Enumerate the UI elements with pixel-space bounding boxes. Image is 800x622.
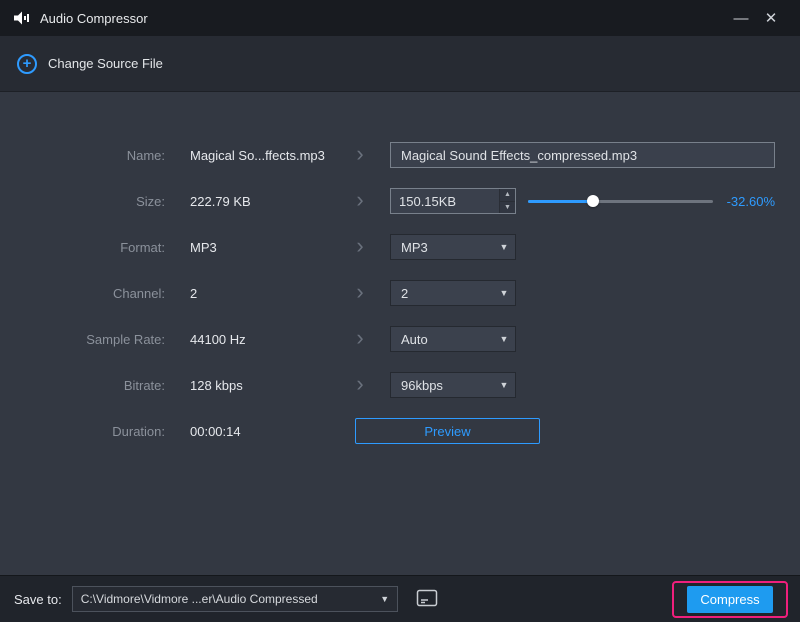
name-chevron-cell: › bbox=[330, 140, 390, 166]
chevron-down-icon: ▼ bbox=[499, 380, 509, 390]
chevron-down-icon: ▼ bbox=[499, 334, 509, 344]
change-source-file-button[interactable]: + Change Source File bbox=[17, 53, 163, 74]
annotation-highlight-box: Compress bbox=[672, 580, 788, 618]
save-path-input[interactable] bbox=[72, 587, 373, 611]
name-row: Name: Magical So...ffects.mp3 › bbox=[0, 132, 800, 178]
chevron-right-icon: › bbox=[356, 370, 364, 396]
duration-row: Duration: 00:00:14 Preview bbox=[0, 408, 800, 454]
minimize-button[interactable]: — bbox=[726, 3, 756, 33]
size-source-value: 222.79 KB bbox=[190, 193, 251, 209]
chevron-right-icon: › bbox=[356, 278, 364, 304]
save-to-label: Save to: bbox=[14, 591, 62, 607]
size-value-input[interactable] bbox=[391, 189, 499, 213]
size-slider-fill bbox=[528, 200, 593, 203]
sample-rate-source-value: 44100 Hz bbox=[190, 331, 246, 347]
channel-dropdown[interactable]: 2 ▼ bbox=[390, 280, 516, 306]
header-bar: + Change Source File bbox=[0, 36, 800, 92]
close-button[interactable]: ✕ bbox=[756, 3, 786, 33]
chevron-down-icon: ▼ bbox=[499, 288, 509, 298]
duration-value: 00:00:14 bbox=[190, 423, 241, 439]
channel-label: Channel: bbox=[112, 285, 165, 301]
channel-chevron-cell: › bbox=[330, 278, 390, 304]
format-label: Format: bbox=[120, 239, 165, 255]
chevron-right-icon: › bbox=[356, 324, 364, 350]
speaker-icon bbox=[14, 11, 31, 25]
bitrate-label: Bitrate: bbox=[123, 377, 165, 393]
name-label: Name: bbox=[126, 147, 165, 163]
stepper-up-icon[interactable]: ▲ bbox=[500, 189, 515, 202]
size-chevron-cell: › bbox=[330, 186, 390, 212]
size-slider-handle[interactable] bbox=[586, 195, 599, 207]
stepper-down-icon[interactable]: ▼ bbox=[500, 201, 515, 213]
channel-dropdown-value: 2 bbox=[401, 285, 409, 301]
browse-folder-icon bbox=[416, 589, 438, 610]
sample-rate-dropdown-value: Auto bbox=[401, 331, 428, 347]
footer-bar: Save to: ▼ Compress bbox=[0, 575, 800, 622]
sample-rate-row: Sample Rate: 44100 Hz › Auto ▼ bbox=[0, 316, 800, 362]
sample-rate-label: Sample Rate: bbox=[86, 331, 165, 347]
sample-rate-dropdown[interactable]: Auto ▼ bbox=[390, 326, 516, 352]
format-dropdown-value: MP3 bbox=[401, 239, 428, 255]
format-chevron-cell: › bbox=[330, 232, 390, 258]
name-source-value: Magical So...ffects.mp3 bbox=[190, 147, 325, 163]
size-stepper[interactable]: ▲ ▼ bbox=[390, 188, 516, 214]
bitrate-dropdown[interactable]: 96kbps ▼ bbox=[390, 372, 516, 398]
size-row: Size: 222.79 KB › ▲ ▼ -32.60% bbox=[0, 178, 800, 224]
window-title: Audio Compressor bbox=[40, 10, 148, 26]
bitrate-row: Bitrate: 128 kbps › 96kbps ▼ bbox=[0, 362, 800, 408]
size-slider[interactable] bbox=[528, 194, 713, 208]
format-dropdown[interactable]: MP3 ▼ bbox=[390, 234, 516, 260]
channel-row: Channel: 2 › 2 ▼ bbox=[0, 270, 800, 316]
titlebar: Audio Compressor — ✕ bbox=[0, 0, 800, 36]
bitrate-dropdown-value: 96kbps bbox=[401, 377, 443, 393]
duration-label: Duration: bbox=[112, 423, 165, 439]
browse-folder-button[interactable] bbox=[416, 589, 438, 610]
preview-button[interactable]: Preview bbox=[355, 418, 540, 444]
size-stepper-arrows: ▲ ▼ bbox=[499, 189, 515, 213]
output-name-input[interactable] bbox=[390, 142, 775, 168]
change-source-file-label: Change Source File bbox=[48, 56, 163, 71]
plus-circle-icon: + bbox=[17, 53, 37, 74]
chevron-down-icon: ▼ bbox=[499, 242, 509, 252]
size-reduction-percent: -32.60% bbox=[726, 193, 775, 209]
main-form: Name: Magical So...ffects.mp3 › Size: 22… bbox=[0, 92, 800, 575]
save-path-combobox[interactable]: ▼ bbox=[71, 586, 398, 612]
compress-button[interactable]: Compress bbox=[687, 585, 773, 613]
chevron-right-icon: › bbox=[356, 186, 364, 212]
channel-source-value: 2 bbox=[190, 285, 198, 301]
bitrate-source-value: 128 kbps bbox=[190, 377, 243, 393]
chevron-right-icon: › bbox=[356, 232, 364, 258]
path-dropdown-arrow-icon[interactable]: ▼ bbox=[373, 587, 397, 611]
format-source-value: MP3 bbox=[190, 239, 217, 255]
chevron-right-icon: › bbox=[356, 140, 364, 166]
sample-rate-chevron-cell: › bbox=[330, 324, 390, 350]
bitrate-chevron-cell: › bbox=[330, 370, 390, 396]
format-row: Format: MP3 › MP3 ▼ bbox=[0, 224, 800, 270]
size-label: Size: bbox=[136, 193, 165, 209]
